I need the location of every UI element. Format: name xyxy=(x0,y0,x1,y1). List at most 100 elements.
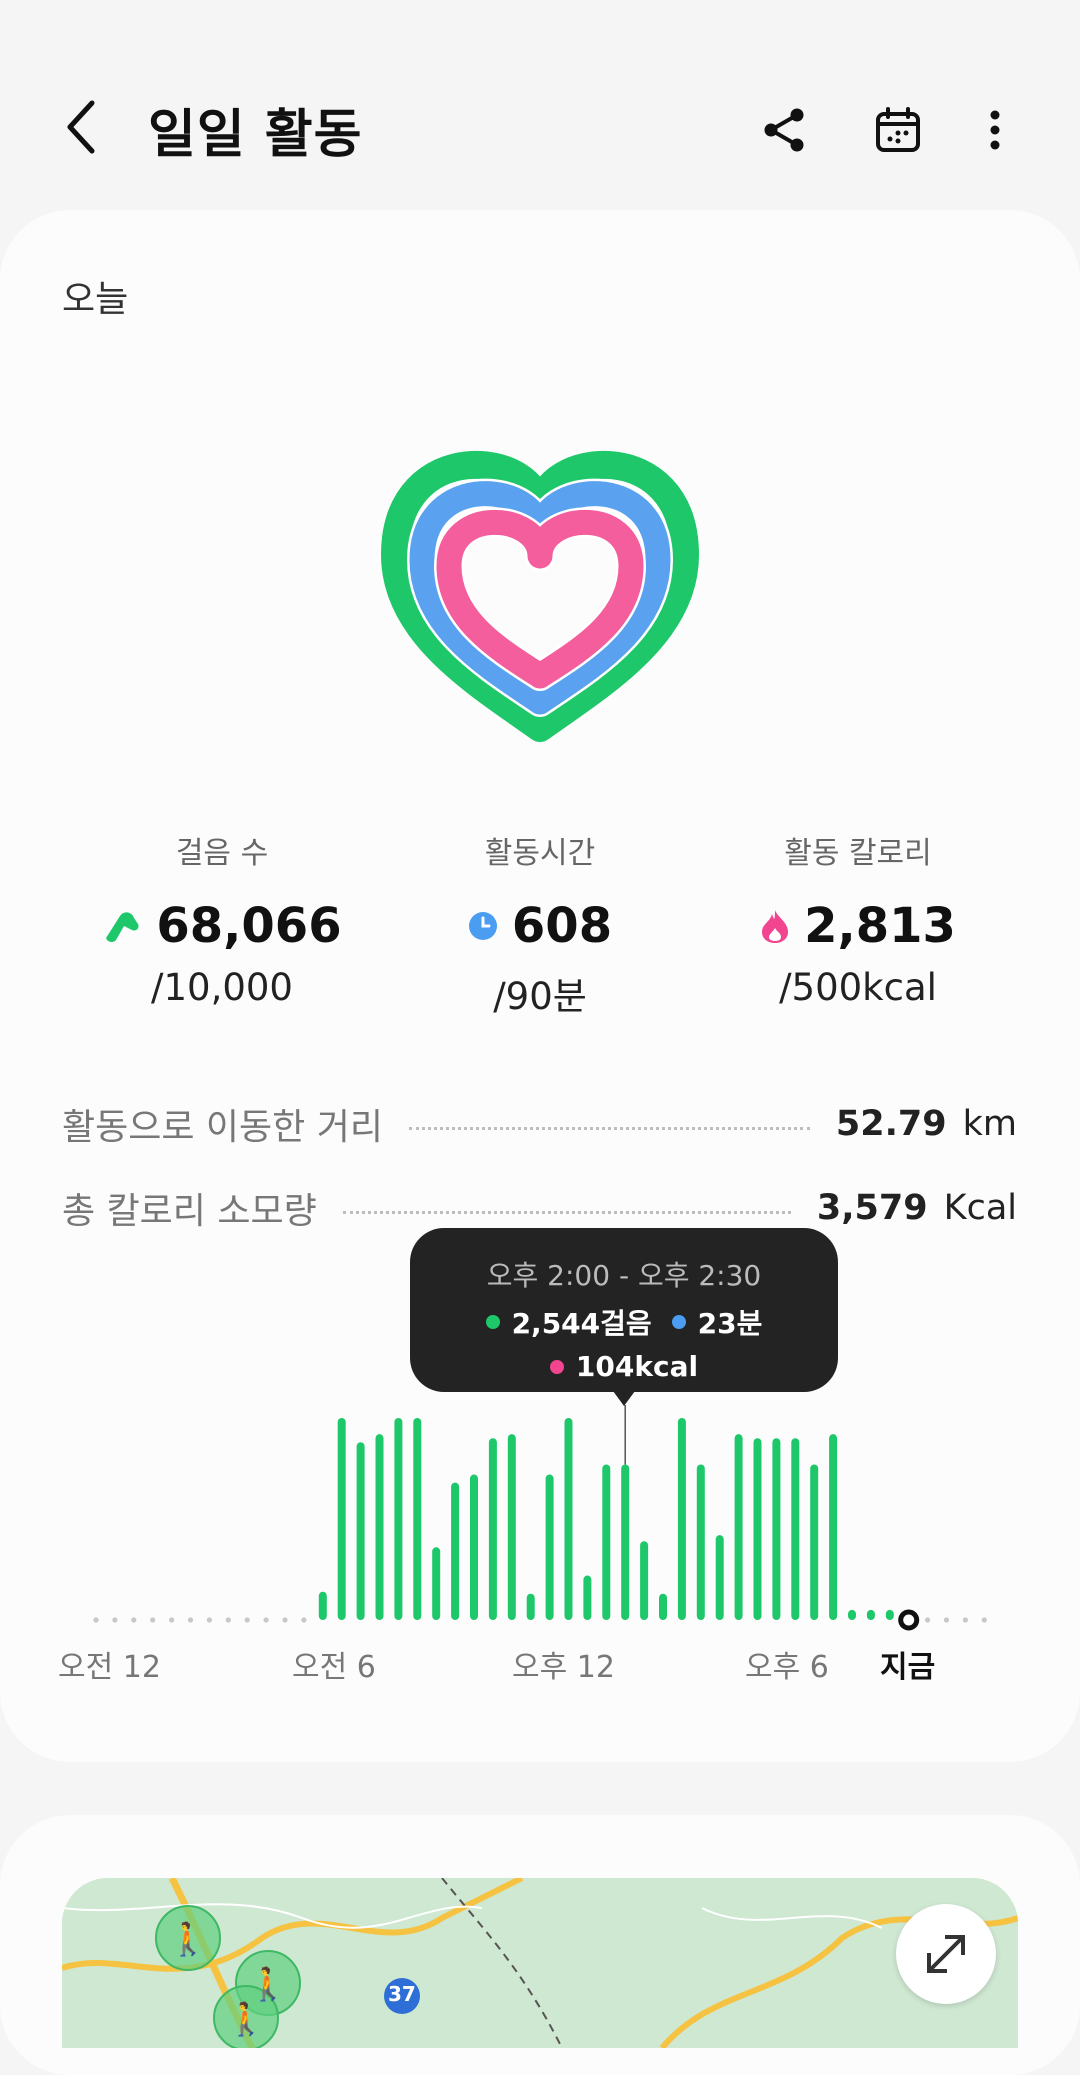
active-time-goal: /90분 xyxy=(493,975,587,1018)
tooltip-minutes: 23분 xyxy=(697,1307,763,1340)
empty-slot-dot xyxy=(206,1617,212,1623)
steps-stat[interactable]: 걸음 수 68,066 /10,000 xyxy=(62,828,382,1009)
dotted-leader xyxy=(342,1210,791,1214)
tooltip-kcal: 104kcal xyxy=(575,1350,699,1383)
x-label-now: 지금 xyxy=(880,1650,936,1685)
now-marker xyxy=(898,1609,920,1631)
activity-bar[interactable] xyxy=(866,1609,875,1620)
activity-bar[interactable] xyxy=(640,1541,649,1620)
active-calories-value: 2,813 xyxy=(804,898,956,954)
chart-tooltip: 오후 2:00 - 오후 2:30 2,544걸음 23분 104kcal xyxy=(410,1228,838,1406)
more-options-button[interactable] xyxy=(970,98,1020,162)
calendar-icon xyxy=(876,107,920,152)
activity-bar[interactable] xyxy=(526,1593,535,1620)
activity-bar[interactable] xyxy=(583,1575,592,1620)
activity-bar[interactable] xyxy=(507,1434,516,1620)
activity-bar[interactable] xyxy=(715,1535,724,1620)
share-icon xyxy=(764,108,804,152)
selected-bar[interactable] xyxy=(621,1464,630,1620)
activity-bar[interactable] xyxy=(564,1418,573,1620)
calendar-button[interactable] xyxy=(866,98,930,162)
x-label-midnight: 오전 12 xyxy=(58,1650,161,1685)
activity-bar[interactable] xyxy=(885,1609,894,1620)
activity-bar[interactable] xyxy=(659,1593,667,1620)
clock-icon xyxy=(468,912,497,940)
steps-dot xyxy=(485,1315,500,1329)
svg-text:🚶: 🚶 xyxy=(248,1965,288,2003)
total-calories-value: 3,579 xyxy=(816,1188,928,1228)
kcal-dot xyxy=(549,1359,564,1374)
share-button[interactable] xyxy=(752,98,816,162)
svg-text:🚶: 🚶 xyxy=(168,1920,208,1958)
activity-bar[interactable] xyxy=(829,1434,838,1620)
svg-text:🚶: 🚶 xyxy=(226,2000,266,2038)
expand-icon xyxy=(927,1935,965,1973)
empty-slot-dot xyxy=(93,1617,99,1623)
empty-slot-dot xyxy=(169,1617,175,1623)
active-calories-label: 활동 칼로리 xyxy=(784,836,932,871)
steps-goal: /10,000 xyxy=(151,966,293,1009)
back-button[interactable] xyxy=(50,92,114,162)
activity-bar[interactable] xyxy=(791,1438,800,1620)
activity-bar[interactable] xyxy=(545,1474,554,1620)
activity-bar[interactable] xyxy=(602,1464,611,1620)
total-calories-row: 총 칼로리 소모량 3,579 Kcal xyxy=(62,1182,1017,1234)
activity-bar[interactable] xyxy=(810,1464,819,1620)
activity-bar[interactable] xyxy=(696,1464,705,1620)
more-vertical-icon xyxy=(990,110,1000,150)
activity-bar[interactable] xyxy=(413,1418,422,1620)
active-calories-goal: /500kcal xyxy=(779,966,937,1009)
activity-bar[interactable] xyxy=(734,1434,743,1620)
tooltip-steps: 2,544걸음 xyxy=(511,1307,652,1340)
activity-bar[interactable] xyxy=(318,1591,327,1620)
map-drawing: 🚶 🚶 🚶 xyxy=(62,1878,1018,2048)
active-time-label: 활동시간 xyxy=(484,836,596,871)
empty-slot-dot xyxy=(187,1617,194,1623)
empty-slot-dot xyxy=(244,1617,250,1623)
empty-slot-dot xyxy=(925,1617,931,1623)
dotted-leader xyxy=(408,1126,810,1130)
activity-bar[interactable] xyxy=(772,1438,781,1620)
road-marker: 37 xyxy=(388,1982,416,2006)
active-calories-stat[interactable]: 활동 칼로리 2,813 /500kcal xyxy=(698,828,1018,1009)
active-time-stat[interactable]: 활동시간 608 /90분 xyxy=(380,828,700,1020)
activity-bar[interactable] xyxy=(753,1438,762,1620)
shoe-icon xyxy=(106,912,139,943)
active-time-value: 608 xyxy=(511,898,613,954)
empty-slot-dot xyxy=(943,1617,950,1623)
date-label: 오늘 xyxy=(62,279,129,320)
minutes-dot xyxy=(671,1315,686,1329)
empty-slot-dot xyxy=(981,1617,987,1623)
activity-bar[interactable] xyxy=(470,1474,478,1620)
activity-map[interactable]: 🚶 🚶 🚶 37 xyxy=(62,1878,1018,2048)
total-calories-unit: Kcal xyxy=(943,1188,1017,1228)
activity-bar[interactable] xyxy=(432,1547,441,1620)
steps-label: 걸음 수 xyxy=(175,836,269,871)
distance-unit: km xyxy=(962,1104,1017,1144)
activity-bar[interactable] xyxy=(337,1418,346,1620)
distance-row: 활동으로 이동한 거리 52.79 km xyxy=(62,1098,1017,1150)
empty-slot-dot xyxy=(131,1617,137,1623)
empty-slot-dot xyxy=(150,1617,156,1623)
tooltip-time: 오후 2:00 - 오후 2:30 xyxy=(486,1259,762,1292)
app-header: 일일 활동 xyxy=(0,0,1080,210)
empty-slot-dot xyxy=(263,1617,269,1623)
activity-bar[interactable] xyxy=(488,1438,497,1620)
expand-map-button[interactable] xyxy=(896,1904,996,2004)
activity-bar[interactable] xyxy=(451,1482,460,1620)
x-label-6pm: 오후 6 xyxy=(745,1650,829,1685)
empty-slot-dot xyxy=(282,1617,288,1623)
x-label-6am: 오전 6 xyxy=(292,1650,376,1685)
distance-label: 활동으로 이동한 거리 xyxy=(62,1107,383,1148)
activity-bar[interactable] xyxy=(356,1442,365,1620)
back-arrow-icon xyxy=(67,100,95,154)
empty-slot-dot xyxy=(962,1617,969,1623)
flame-icon xyxy=(762,910,789,943)
activity-bar[interactable] xyxy=(394,1418,403,1620)
activity-bar[interactable] xyxy=(677,1418,686,1620)
activity-rings-heart xyxy=(381,450,699,742)
page-title: 일일 활동 xyxy=(148,105,363,165)
activity-bar[interactable] xyxy=(848,1609,856,1620)
activity-bar[interactable] xyxy=(375,1434,384,1620)
total-calories-label: 총 칼로리 소모량 xyxy=(62,1191,317,1232)
